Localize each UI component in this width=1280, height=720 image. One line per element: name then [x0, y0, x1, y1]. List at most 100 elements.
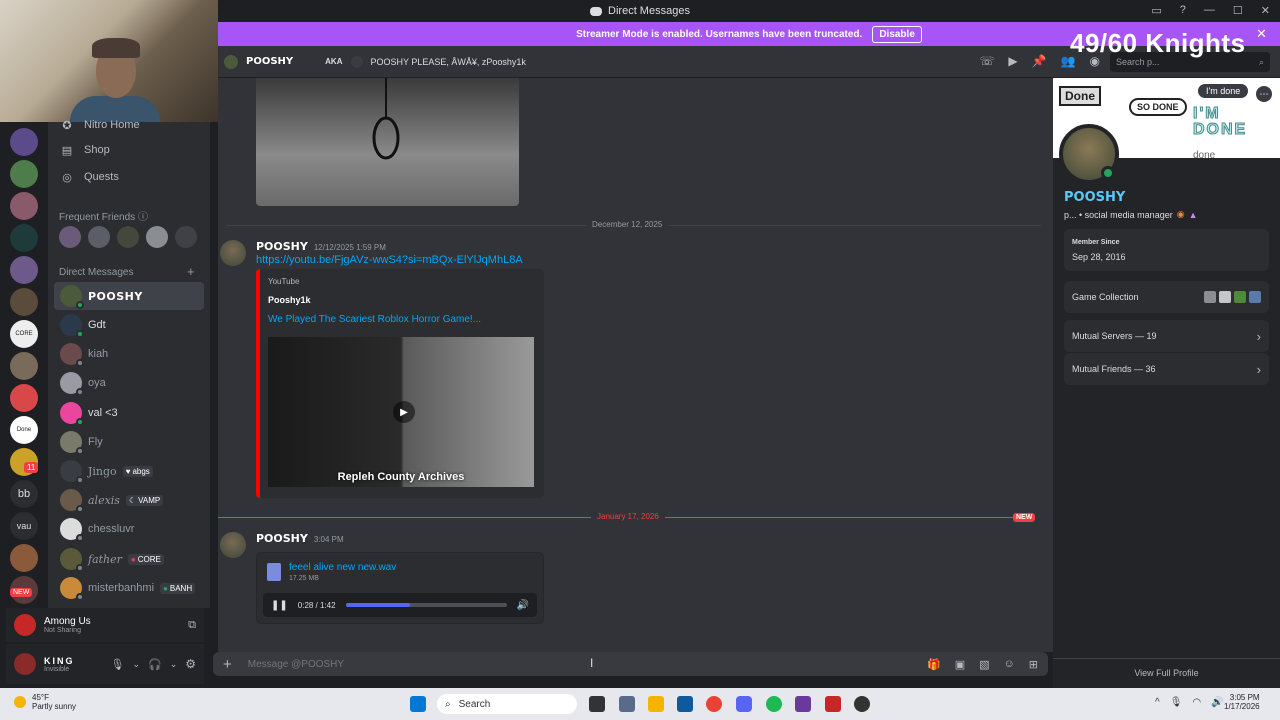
close-banner-icon[interactable]: ✕	[1256, 26, 1267, 42]
volume-tray-icon[interactable]: 🔊	[1211, 697, 1223, 708]
store-icon[interactable]	[677, 696, 693, 712]
server-icon[interactable]	[10, 384, 38, 412]
server-icon[interactable]	[10, 288, 38, 316]
nav-quests[interactable]: ◎ Quests	[54, 164, 204, 190]
avatar	[60, 314, 84, 338]
wifi-icon[interactable]: ◠	[1192, 697, 1201, 708]
pin-icon[interactable]: 📌	[1032, 54, 1047, 68]
profile-avatar[interactable]	[1059, 124, 1119, 184]
message-input[interactable]	[247, 658, 912, 670]
start-icon[interactable]	[410, 696, 426, 712]
inbox-icon[interactable]: ▭	[1151, 4, 1161, 17]
server-icon[interactable]	[10, 128, 38, 156]
view-full-profile-button[interactable]: View Full Profile	[1053, 658, 1280, 678]
server-icon[interactable]	[10, 544, 38, 572]
clock[interactable]: 3:05 PM 1/17/2026	[1224, 693, 1260, 711]
microphone-icon[interactable]: 🎙	[110, 658, 124, 671]
microphone-tray-icon[interactable]: 🎙	[1170, 697, 1183, 708]
mutual-servers-row[interactable]: Mutual Servers — 19 ›	[1064, 320, 1269, 352]
server-vau[interactable]: vau	[10, 512, 38, 540]
dm-item-chessluvr[interactable]: chessluvr	[54, 515, 204, 543]
add-attachment-icon[interactable]: +	[223, 656, 232, 673]
message-author[interactable]: POOSHY	[256, 240, 308, 253]
server-icon[interactable]: CORE	[10, 320, 38, 348]
discord-taskbar-icon[interactable]	[736, 696, 752, 712]
minimize-icon[interactable]: —	[1204, 4, 1215, 17]
close-window-icon[interactable]: ✕	[1261, 4, 1270, 17]
server-icon[interactable]: Done	[10, 416, 38, 444]
obs-icon[interactable]	[854, 696, 870, 712]
embed-author[interactable]: Pooshy1k	[268, 295, 311, 305]
dm-item-oya[interactable]: oya	[54, 369, 204, 397]
message-avatar[interactable]	[220, 532, 246, 558]
message-link[interactable]: https://youtu.be/FjgAVz-wwS4?si=mBQx-ElY…	[256, 254, 523, 266]
dm-item-pooshy[interactable]: POOSHY	[54, 282, 204, 310]
frequent-friend-avatar[interactable]	[117, 226, 139, 248]
create-dm-icon[interactable]: +	[187, 264, 195, 279]
frequent-friend-avatar[interactable]	[59, 226, 81, 248]
server-bb[interactable]: bb	[10, 480, 38, 508]
tray-chevron-icon[interactable]: ^	[1155, 697, 1160, 708]
mutual-friends-row[interactable]: Mutual Friends — 36 ›	[1064, 353, 1269, 385]
app-icon[interactable]	[795, 696, 811, 712]
more-icon[interactable]: ⋯	[1256, 86, 1272, 102]
server-icon[interactable]	[10, 160, 38, 188]
nav-nitro[interactable]: ✪ Nitro Home	[54, 112, 204, 138]
frequent-friend-avatar[interactable]	[175, 226, 197, 248]
call-icon[interactable]: ☏	[979, 54, 994, 68]
message-author[interactable]: POOSHY	[256, 532, 308, 545]
activity-panel[interactable]: Among Us Not Sharing ⧉	[6, 608, 204, 642]
weather-widget[interactable]: 45°F Partly sunny	[14, 693, 76, 711]
audio-file-name[interactable]: feeel alive new new.wav	[289, 562, 396, 573]
user-avatar[interactable]	[14, 653, 36, 675]
server-icon[interactable]	[10, 256, 38, 284]
file-explorer-icon[interactable]	[648, 696, 664, 712]
header-name[interactable]: POOSHY	[246, 56, 293, 67]
chevron-down-icon[interactable]: ⌄	[170, 659, 178, 670]
volume-icon[interactable]: 🔊	[517, 600, 529, 611]
video-icon[interactable]: ▶	[1008, 54, 1017, 68]
gear-icon[interactable]: ⚙	[185, 657, 196, 671]
server-icon[interactable]	[10, 352, 38, 380]
dm-item-jingo[interactable]: Jingo ♥ abgs	[54, 457, 204, 485]
task-view-icon[interactable]	[589, 696, 605, 712]
settings-icon[interactable]	[619, 696, 635, 712]
message-avatar[interactable]	[220, 240, 246, 266]
dm-item-gdt[interactable]: Gdt	[54, 311, 204, 339]
server-icon[interactable]	[10, 192, 38, 220]
spotify-icon[interactable]	[766, 696, 782, 712]
nav-shop[interactable]: ▤ Shop	[54, 137, 204, 163]
screen-share-icon[interactable]: ⧉	[188, 619, 196, 632]
play-icon[interactable]: ▶	[393, 401, 415, 423]
headphones-icon[interactable]: 🎧	[148, 658, 162, 671]
game-collection-row[interactable]: Game Collection	[1064, 281, 1269, 313]
stream-overlay-counter: 49/60 Knights	[1070, 28, 1246, 58]
frequent-friend-avatar[interactable]	[88, 226, 110, 248]
chrome-icon[interactable]	[706, 696, 722, 712]
embed-title[interactable]: We Played The Scariest Roblox Horror Gam…	[268, 314, 481, 325]
image-attachment[interactable]	[256, 78, 519, 206]
dm-item-father[interactable]: father ● CORE	[54, 545, 204, 573]
chevron-down-icon[interactable]: ⌄	[132, 659, 140, 670]
dm-item-alexis[interactable]: alexis ☾ VAMP	[54, 486, 204, 514]
gif-icon[interactable]: ▣	[955, 658, 965, 671]
video-thumbnail[interactable]: ▶ Repleh County Archives	[268, 337, 534, 487]
sticker-icon[interactable]: ▧	[979, 658, 989, 671]
taskbar-search[interactable]: ⌕ Search	[437, 694, 577, 714]
gift-icon[interactable]: 🎁	[927, 658, 941, 671]
audio-progress-bar[interactable]	[345, 603, 507, 607]
help-icon[interactable]: ?	[1180, 4, 1186, 17]
dm-item-kiah[interactable]: kiah	[54, 340, 204, 368]
dm-item-misterbanhmi[interactable]: misterbanhmi ● BANH	[54, 574, 204, 602]
activity-title: Among Us	[44, 616, 91, 627]
server-icon[interactable]	[10, 224, 38, 252]
maximize-icon[interactable]: ☐	[1233, 4, 1243, 17]
apps-icon[interactable]: ⊞	[1029, 658, 1038, 671]
emoji-icon[interactable]: ☺	[1004, 658, 1015, 671]
frequent-friend-avatar[interactable]	[146, 226, 168, 248]
among-us-taskbar-icon[interactable]	[825, 696, 841, 712]
disable-streamer-button[interactable]: Disable	[872, 25, 922, 43]
dm-item-val[interactable]: val <3	[54, 399, 204, 427]
dm-item-fly[interactable]: Fly	[54, 428, 204, 456]
pause-icon[interactable]: ❚❚	[271, 600, 288, 611]
